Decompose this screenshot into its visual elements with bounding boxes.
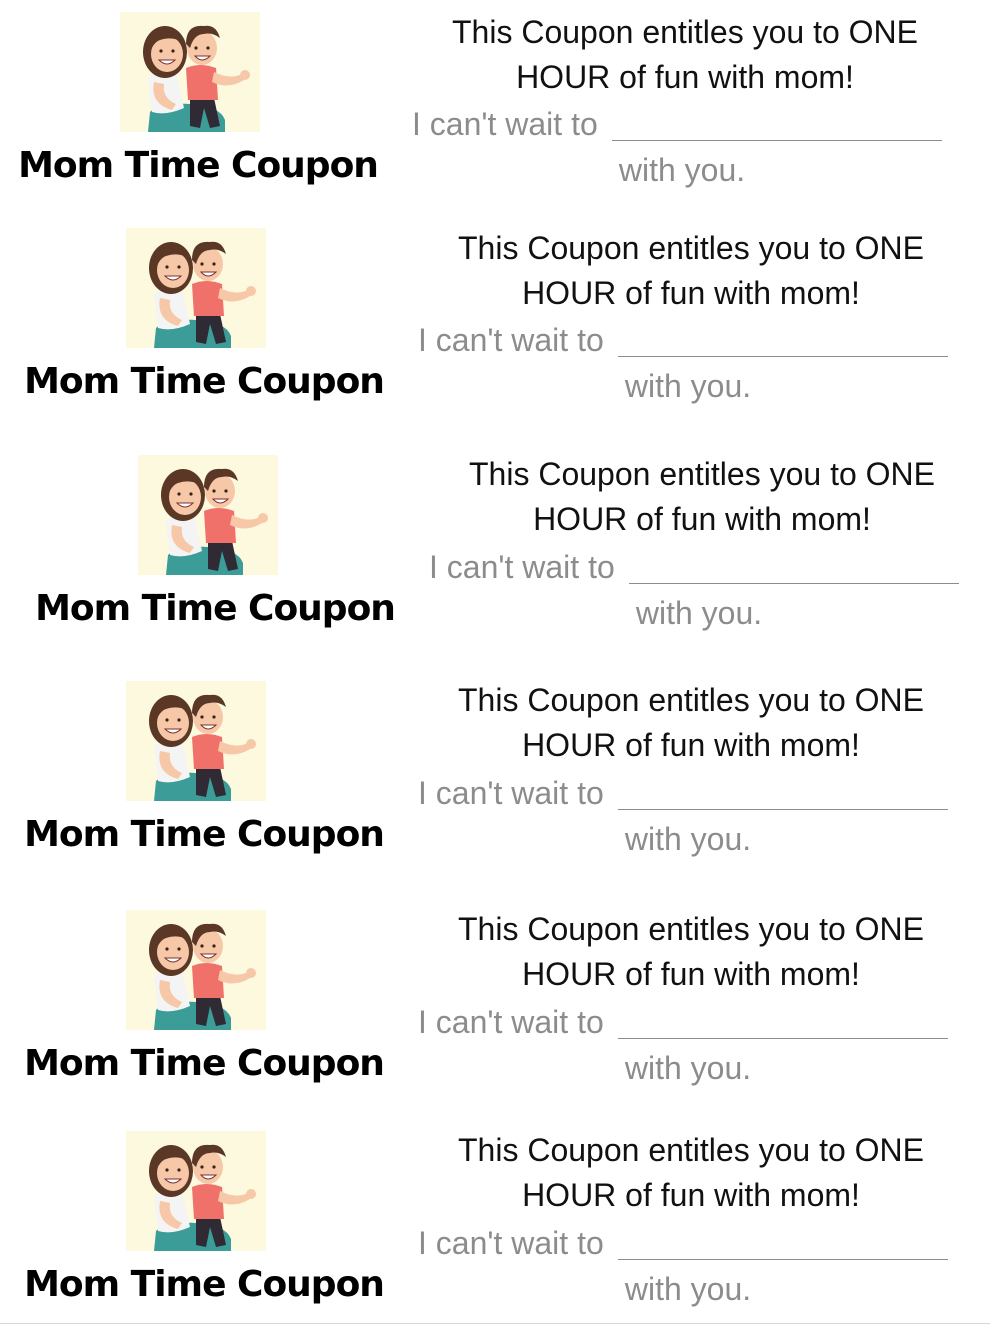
fill-in-row: I can't wait to: [418, 1225, 978, 1265]
coupon-title: Mom Time Coupon: [24, 814, 385, 855]
mother-and-son-illustration: [126, 910, 266, 1030]
coupon-description: This Coupon entitles you to ONE HOUR of …: [411, 226, 971, 316]
closing-text: with you.: [624, 368, 752, 404]
coupon-description-line-2: HOUR of fun with mom!: [533, 501, 871, 537]
coupon-description-line-1: This Coupon entitles you to ONE: [457, 1132, 924, 1168]
mother-and-son-illustration: [138, 455, 278, 575]
closing-text: with you.: [635, 595, 763, 631]
fill-in-blank-line: [618, 1038, 948, 1039]
coupon-description-line-2: HOUR of fun with mom!: [522, 727, 860, 763]
coupon-description: This Coupon entitles you to ONE HOUR of …: [422, 452, 982, 542]
coupon-title: Mom Time Coupon: [24, 1043, 385, 1084]
fill-in-label: I can't wait to: [418, 775, 604, 811]
fill-in-label: I can't wait to: [418, 322, 604, 358]
fill-in-blank-line: [618, 809, 948, 810]
mother-and-son-illustration: [126, 681, 266, 801]
coupon-description-line-1: This Coupon entitles you to ONE: [457, 682, 924, 718]
coupon-description: This Coupon entitles you to ONE HOUR of …: [411, 1128, 971, 1218]
coupon-title: Mom Time Coupon: [35, 588, 396, 629]
fill-in-label: I can't wait to: [418, 1225, 604, 1261]
coupon-6: Mom Time Coupon This Coupon entitles you…: [0, 0, 990, 1307]
coupon-description: This Coupon entitles you to ONE HOUR of …: [411, 907, 971, 997]
coupon-description-line-1: This Coupon entitles you to ONE: [457, 230, 924, 266]
fill-in-blank-line: [629, 583, 959, 584]
coupon-description-line-1: This Coupon entitles you to ONE: [457, 911, 924, 947]
closing-text: with you.: [624, 1050, 752, 1086]
fill-in-row: I can't wait to: [418, 775, 978, 815]
coupon-description-line-2: HOUR of fun with mom!: [522, 1177, 860, 1213]
fill-in-row: I can't wait to: [429, 549, 989, 589]
mother-and-son-illustration: [126, 1131, 266, 1251]
coupon-description-line-2: HOUR of fun with mom!: [522, 956, 860, 992]
coupon-title: Mom Time Coupon: [24, 361, 385, 402]
fill-in-blank-line: [618, 356, 948, 357]
coupon-title: Mom Time Coupon: [24, 1264, 385, 1305]
fill-in-label: I can't wait to: [429, 549, 615, 585]
mother-and-son-illustration: [126, 228, 266, 348]
fill-in-row: I can't wait to: [418, 322, 978, 362]
page-bottom-edge: [0, 1323, 990, 1324]
closing-text: with you.: [624, 1271, 752, 1307]
fill-in-row: I can't wait to: [418, 1004, 978, 1044]
closing-text: with you.: [624, 821, 752, 857]
coupon-description: This Coupon entitles you to ONE HOUR of …: [411, 678, 971, 768]
fill-in-blank-line: [618, 1259, 948, 1260]
coupon-description-line-1: This Coupon entitles you to ONE: [468, 456, 935, 492]
fill-in-label: I can't wait to: [418, 1004, 604, 1040]
coupon-description-line-2: HOUR of fun with mom!: [522, 275, 860, 311]
